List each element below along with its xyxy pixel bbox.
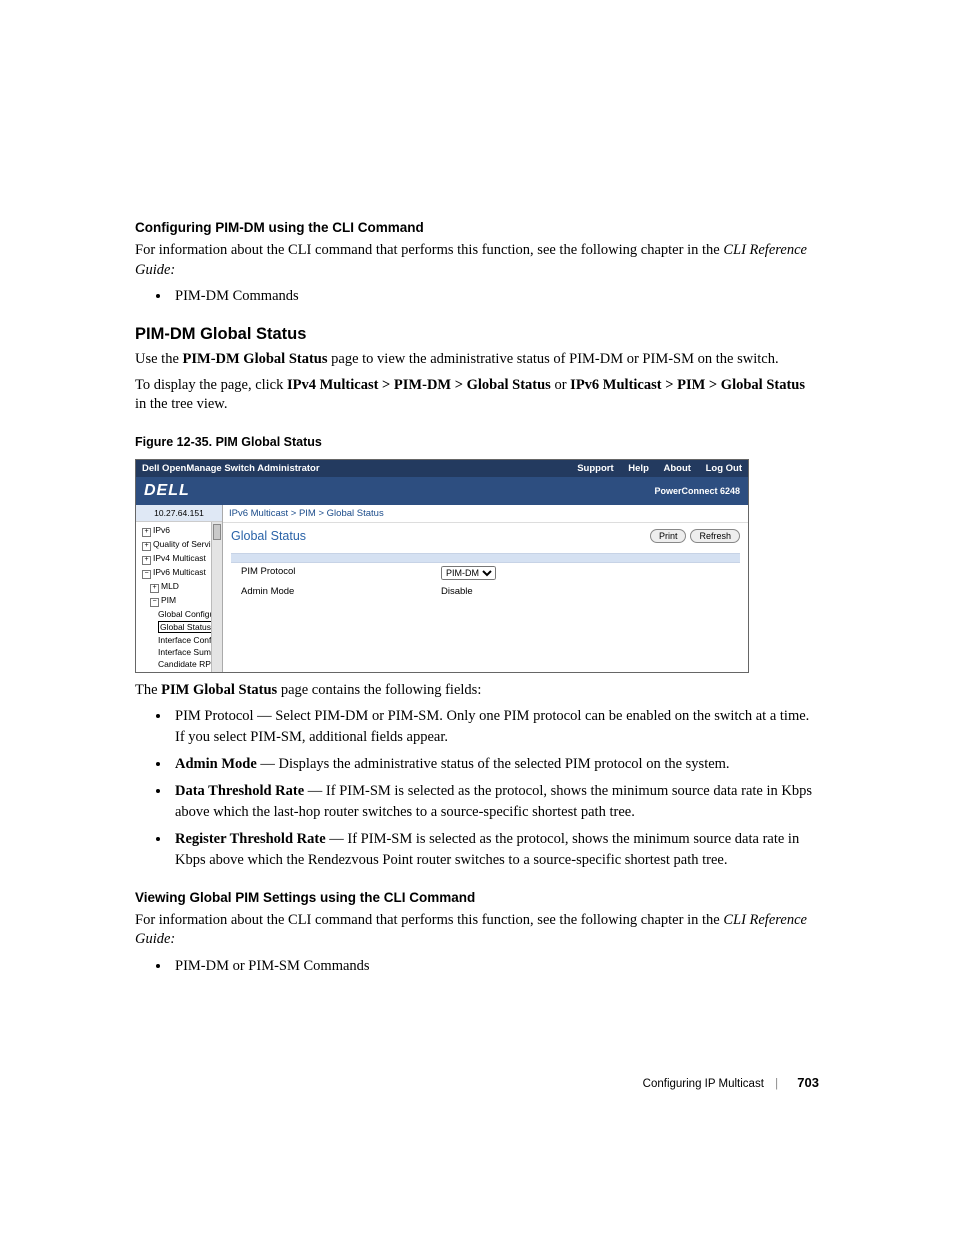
text: — Displays the administrative status of … — [257, 756, 730, 772]
paragraph: Use the PIM-DM Global Status page to vie… — [135, 350, 819, 370]
device-model: PowerConnect 6248 — [654, 486, 740, 496]
tree-item-mld[interactable]: +MLD — [140, 580, 222, 594]
paragraph: To display the page, click IPv4 Multicas… — [135, 376, 819, 415]
panel-header — [231, 554, 740, 563]
app-titlebar: Dell OpenManage Switch Administrator Sup… — [136, 460, 748, 477]
text: Use the — [135, 351, 183, 367]
text-bold: PIM-DM Global Status — [183, 351, 328, 367]
list-item: Admin Mode — Displays the administrative… — [171, 754, 819, 775]
tree-item-ipv6-multicast[interactable]: −IPv6 Multicast — [140, 566, 222, 580]
row-admin-mode: Admin Mode Disable — [231, 583, 740, 600]
list-item: PIM-DM Commands — [171, 286, 819, 307]
link-about[interactable]: About — [664, 463, 691, 474]
panel-spacer — [231, 600, 740, 646]
expand-icon[interactable]: + — [142, 528, 151, 537]
tree: +IPv6 +Quality of Service +IPv4 Multicas… — [136, 522, 222, 672]
collapse-icon[interactable]: − — [150, 598, 159, 607]
refresh-button[interactable]: Refresh — [690, 529, 740, 543]
text-bold: IPv6 Multicast > PIM > Global Status — [570, 377, 805, 393]
list-item: PIM Protocol — Select PIM-DM or PIM-SM. … — [171, 706, 819, 748]
scrollbar-thumb[interactable] — [213, 524, 221, 540]
content-header: Global Status Print Refresh — [223, 523, 748, 553]
dell-logo: DELL — [144, 482, 190, 500]
footer-separator: | — [775, 1078, 778, 1090]
page-footer: Configuring IP Multicast | 703 — [643, 1075, 819, 1090]
heading-configure-cli: Configuring PIM-DM using the CLI Command — [135, 220, 819, 235]
tree-item-interface-summary[interactable]: Interface Summ — [140, 646, 222, 658]
tree-item-candidate-rp[interactable]: Candidate RP C — [140, 658, 222, 670]
document-page: Configuring PIM-DM using the CLI Command… — [0, 0, 954, 1235]
list-item: PIM-DM or PIM-SM Commands — [171, 956, 819, 977]
list-item: Data Threshold Rate — If PIM-SM is selec… — [171, 781, 819, 823]
settings-panel: PIM Protocol PIM-DM Admin Mode Disable — [231, 553, 740, 646]
text: page to view the administrative status o… — [328, 351, 779, 367]
bullet-list: PIM-DM Commands — [135, 286, 819, 307]
expand-icon[interactable]: + — [150, 584, 159, 593]
text-bold: Register Threshold Rate — [175, 831, 326, 847]
expand-icon[interactable]: + — [142, 556, 151, 565]
text: in the tree view. — [135, 396, 227, 412]
tree-item-qos[interactable]: +Quality of Service — [140, 538, 222, 552]
collapse-icon[interactable]: − — [142, 570, 151, 579]
figure-screenshot: Dell OpenManage Switch Administrator Sup… — [135, 459, 749, 673]
footer-chapter: Configuring IP Multicast — [643, 1078, 764, 1090]
row-pim-protocol: PIM Protocol PIM-DM — [231, 563, 740, 583]
main-panel: IPv6 Multicast > PIM > Global Status Glo… — [223, 505, 748, 672]
text: page contains the following fields: — [277, 682, 481, 698]
bullet-list: PIM Protocol — Select PIM-DM or PIM-SM. … — [135, 706, 819, 871]
heading-pim-global: PIM-DM Global Status — [135, 325, 819, 344]
brand-bar: DELL PowerConnect 6248 — [136, 477, 748, 505]
text-bold: Data Threshold Rate — [175, 783, 304, 799]
text: For information about the CLI command th… — [135, 242, 723, 258]
link-logout[interactable]: Log Out — [706, 463, 742, 474]
text: For information about the CLI command th… — [135, 912, 723, 928]
tree-item-global-status[interactable]: Global Status — [140, 620, 222, 634]
expand-icon[interactable]: + — [142, 542, 151, 551]
text: The — [135, 682, 161, 698]
breadcrumb: IPv6 Multicast > PIM > Global Status — [223, 505, 748, 523]
text-bold: Admin Mode — [175, 756, 257, 772]
paragraph: For information about the CLI command th… — [135, 911, 819, 950]
text: To display the page, click — [135, 377, 287, 393]
text-bold: IPv4 Multicast > PIM-DM > Global Status — [287, 377, 551, 393]
page-title: Global Status — [231, 529, 306, 543]
pim-protocol-select[interactable]: PIM-DM — [441, 566, 496, 580]
tree-item-ipv4-multicast[interactable]: +IPv4 Multicast — [140, 552, 222, 566]
heading-view-cli: Viewing Global PIM Settings using the CL… — [135, 890, 819, 905]
scrollbar[interactable] — [211, 522, 222, 672]
tree-item-global-config[interactable]: Global Configur — [140, 608, 222, 620]
label-admin-mode: Admin Mode — [241, 586, 441, 597]
nav-tree: 10.27.64.151 +IPv6 +Quality of Service +… — [136, 505, 223, 672]
text: or — [551, 377, 570, 393]
paragraph: The PIM Global Status page contains the … — [135, 681, 819, 701]
bullet-list: PIM-DM or PIM-SM Commands — [135, 956, 819, 977]
list-item: Register Threshold Rate — If PIM-SM is s… — [171, 829, 819, 871]
figure-caption: Figure 12-35. PIM Global Status — [135, 435, 819, 449]
tree-item-interface-config[interactable]: Interface Config — [140, 634, 222, 646]
nav-ip-header: 10.27.64.151 — [136, 505, 222, 522]
paragraph: For information about the CLI command th… — [135, 241, 819, 280]
link-support[interactable]: Support — [577, 463, 613, 474]
print-button[interactable]: Print — [650, 529, 687, 543]
footer-page-number: 703 — [797, 1075, 819, 1090]
tree-item-pim[interactable]: −PIM — [140, 594, 222, 608]
tree-item-ipv6[interactable]: +IPv6 — [140, 524, 222, 538]
app-title: Dell OpenManage Switch Administrator — [142, 463, 320, 474]
top-links: Support Help About Log Out — [565, 463, 742, 474]
link-help[interactable]: Help — [628, 463, 649, 474]
value-admin-mode: Disable — [441, 586, 473, 597]
app-body: 10.27.64.151 +IPv6 +Quality of Service +… — [136, 505, 748, 672]
text-bold: PIM Global Status — [161, 682, 277, 698]
label-pim-protocol: PIM Protocol — [241, 566, 441, 580]
